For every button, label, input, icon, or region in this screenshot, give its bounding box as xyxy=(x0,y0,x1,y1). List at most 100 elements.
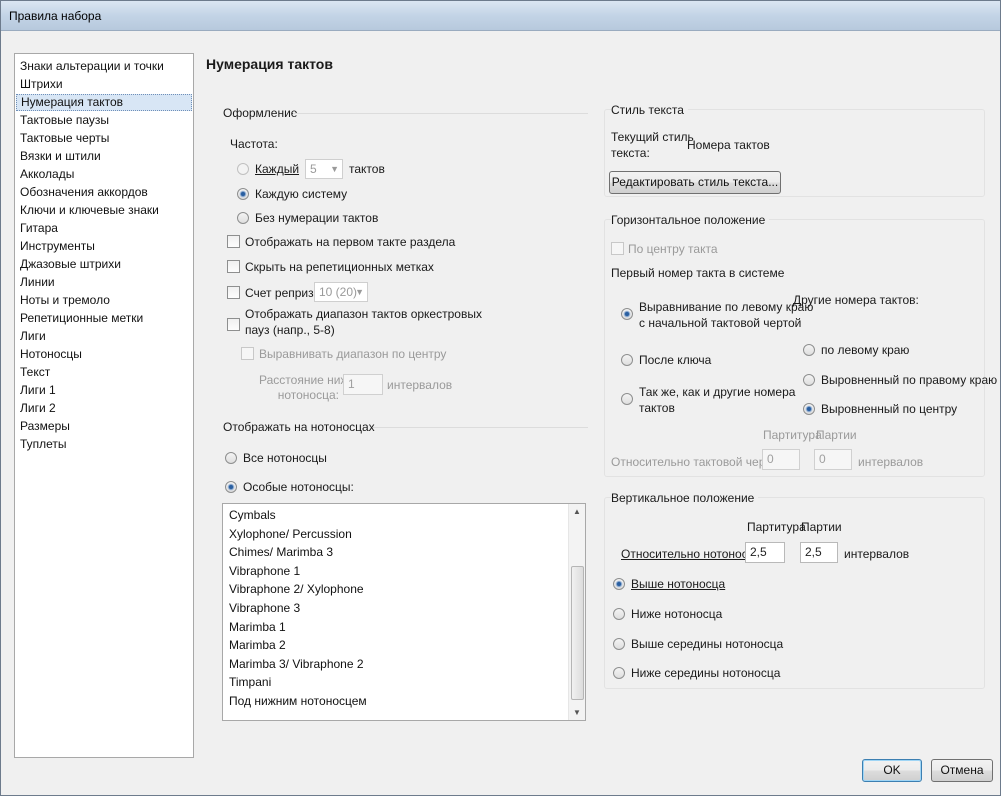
below-staff-radio[interactable] xyxy=(613,608,625,620)
v-score-field[interactable]: 2,5 xyxy=(745,542,785,563)
scroll-down-icon[interactable]: ▼ xyxy=(573,708,581,717)
center-range-checkbox[interactable] xyxy=(241,347,254,360)
category-item[interactable]: Линии xyxy=(16,274,192,291)
after-clef-label: После ключа xyxy=(639,353,712,367)
category-item[interactable]: Лиги 2 xyxy=(16,400,192,417)
h-score-column-label: Партитура xyxy=(763,428,822,442)
staff-list-item[interactable]: Marimba 2 xyxy=(229,638,286,652)
staff-list-item[interactable]: Cymbals xyxy=(229,508,276,522)
each-system-radio[interactable] xyxy=(237,188,249,200)
staff-list-item[interactable]: Timpani xyxy=(229,675,271,689)
distance-label-line2: нотоносца: xyxy=(277,388,339,402)
category-list: Знаки альтерации и точки Штрихи Нумерация … xyxy=(14,53,194,758)
same-as-others-radio[interactable] xyxy=(621,393,633,405)
category-item[interactable]: Инструменты xyxy=(16,238,192,255)
category-item[interactable]: Размеры xyxy=(16,418,192,435)
below-staff-label: Ниже нотоносца xyxy=(631,607,723,621)
above-middle-radio[interactable] xyxy=(613,638,625,650)
staff-list-item[interactable]: Xylophone/ Percussion xyxy=(229,527,352,541)
same-as-others-label-line2: тактов xyxy=(639,401,675,415)
first-number-label: Первый номер такта в системе xyxy=(611,266,785,280)
center-range-label: Выравнивать диапазон по центру xyxy=(259,347,447,361)
h-score-field[interactable]: 0 xyxy=(762,449,800,470)
show-first-bar-checkbox[interactable] xyxy=(227,235,240,248)
show-range-label-line2: пауз (напр., 5-8) xyxy=(245,323,335,337)
category-item[interactable]: Вязки и штили xyxy=(16,148,192,165)
left-align-label-line2: с начальной тактовой чертой xyxy=(639,316,802,330)
ok-button[interactable]: OK xyxy=(862,759,922,782)
staff-list-item[interactable]: Chimes/ Marimba 3 xyxy=(229,545,333,559)
staff-list-item[interactable]: Под нижним нотоносцем xyxy=(229,694,367,708)
above-staff-radio[interactable] xyxy=(613,578,625,590)
left-align-radio[interactable] xyxy=(621,308,633,320)
category-item[interactable]: Нумерация тактов xyxy=(16,94,192,111)
all-staves-radio[interactable] xyxy=(225,452,237,464)
listbox-scrollbar[interactable]: ▲ ▼ xyxy=(568,504,585,720)
after-clef-radio[interactable] xyxy=(621,354,633,366)
all-staves-label: Все нотоносцы xyxy=(243,451,327,465)
above-staff-label: Выше нотоносца xyxy=(631,577,726,591)
current-style-label-line1: Текущий стиль xyxy=(611,130,694,144)
relative-barline-label: Относительно тактовой черты: xyxy=(611,455,783,469)
category-item[interactable]: Знаки альтерации и точки xyxy=(16,58,192,75)
staff-list-item[interactable]: Vibraphone 1 xyxy=(229,564,300,578)
edit-text-style-button[interactable]: Редактировать стиль текста... xyxy=(609,171,781,194)
scroll-up-icon[interactable]: ▲ xyxy=(573,507,581,516)
staff-list-item[interactable]: Vibraphone 2/ Xylophone xyxy=(229,582,364,596)
count-repeats-checkbox[interactable] xyxy=(227,286,240,299)
staff-list-item[interactable]: Marimba 3/ Vibraphone 2 xyxy=(229,657,364,671)
category-item[interactable]: Лиги 1 xyxy=(16,382,192,399)
category-item[interactable]: Текст xyxy=(16,364,192,381)
every-n-label: Каждый xyxy=(255,162,300,176)
category-item[interactable]: Репетиционные метки xyxy=(16,310,192,327)
other-center-radio[interactable] xyxy=(803,403,815,415)
special-staves-radio[interactable] xyxy=(225,481,237,493)
category-item[interactable]: Джазовые штрихи xyxy=(16,256,192,273)
v-parts-column-label: Партии xyxy=(801,520,842,534)
center-bar-checkbox[interactable] xyxy=(611,242,624,255)
other-left-radio[interactable] xyxy=(803,344,815,356)
bars-unit-label: тактов xyxy=(349,162,385,176)
category-item[interactable]: Тактовые паузы xyxy=(16,112,192,129)
staff-list-item[interactable]: Marimba 1 xyxy=(229,620,286,634)
category-item[interactable]: Лиги xyxy=(16,328,192,345)
category-item[interactable]: Туплеты xyxy=(16,436,192,453)
relative-staff-label: Относительно нотоносца: xyxy=(621,547,765,561)
appearance-group-title: Оформление xyxy=(223,106,298,120)
count-repeats-select[interactable]: 10 (20) ▼ xyxy=(314,282,368,302)
left-align-label-line1: Выравнивание по левому краю xyxy=(639,300,814,314)
hide-rehearsal-label: Скрыть на репетиционных метках xyxy=(245,260,434,274)
other-center-label: Выровненный по центру xyxy=(821,402,958,416)
each-system-label: Каждую систему xyxy=(255,187,348,201)
category-item[interactable]: Ключи и ключевые знаки xyxy=(16,202,192,219)
show-range-label-line1: Отображать диапазон тактов оркестровых xyxy=(245,307,482,321)
other-right-radio[interactable] xyxy=(803,374,815,386)
every-n-radio[interactable] xyxy=(237,163,249,175)
cancel-button[interactable]: Отмена xyxy=(931,759,993,782)
staves-listbox[interactable]: Cymbals Xylophone/ Percussion Chimes/ Mari… xyxy=(222,503,586,721)
v-score-column-label: Партитура xyxy=(747,520,806,534)
separator xyxy=(293,113,588,114)
category-item[interactable]: Акколады xyxy=(16,166,192,183)
show-range-checkbox[interactable] xyxy=(227,318,240,331)
text-style-group-title: Стиль текста xyxy=(611,103,688,117)
below-middle-label: Ниже середины нотоносца xyxy=(631,666,781,680)
every-n-spinner[interactable]: 5 ▼ xyxy=(305,159,343,179)
below-middle-radio[interactable] xyxy=(613,667,625,679)
category-item[interactable]: Тактовые черты xyxy=(16,130,192,147)
category-item[interactable]: Ноты и тремоло xyxy=(16,292,192,309)
scrollbar-thumb[interactable] xyxy=(571,566,584,700)
category-item[interactable]: Нотоносцы xyxy=(16,346,192,363)
v-parts-field[interactable]: 2,5 xyxy=(800,542,838,563)
no-numbering-radio[interactable] xyxy=(237,212,249,224)
special-staves-label: Особые нотоносцы: xyxy=(243,480,354,494)
staff-list-item[interactable]: Vibraphone 3 xyxy=(229,601,300,615)
category-item[interactable]: Штрихи xyxy=(16,76,192,93)
category-item[interactable]: Обозначения аккордов xyxy=(16,184,192,201)
page-title: Нумерация тактов xyxy=(206,56,333,72)
distance-field[interactable]: 1 xyxy=(343,374,383,395)
hide-rehearsal-checkbox[interactable] xyxy=(227,260,240,273)
category-item[interactable]: Гитара xyxy=(16,220,192,237)
h-parts-field[interactable]: 0 xyxy=(814,449,852,470)
horizontal-group-title: Горизонтальное положение xyxy=(611,213,770,227)
